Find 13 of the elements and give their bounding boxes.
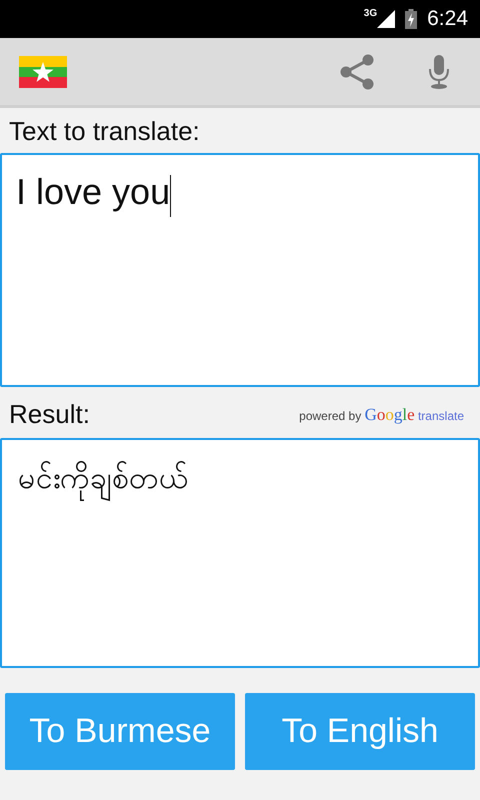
clock: 6:24 [427,7,468,31]
result-output[interactable]: မင်းကိုချစ်တယ် [0,438,480,668]
flag-icon[interactable] [19,56,67,88]
battery-charging-icon [405,9,418,29]
source-label: Text to translate: [8,116,201,147]
microphone-icon[interactable] [428,54,450,88]
share-icon[interactable] [340,54,374,90]
text-input[interactable]: I love you [0,153,480,387]
signal-icon [377,10,396,28]
result-label: Result: [8,399,90,430]
network-type: 3G [364,8,378,19]
attribution: powered by Google translate [299,404,464,424]
text-cursor [170,175,172,217]
